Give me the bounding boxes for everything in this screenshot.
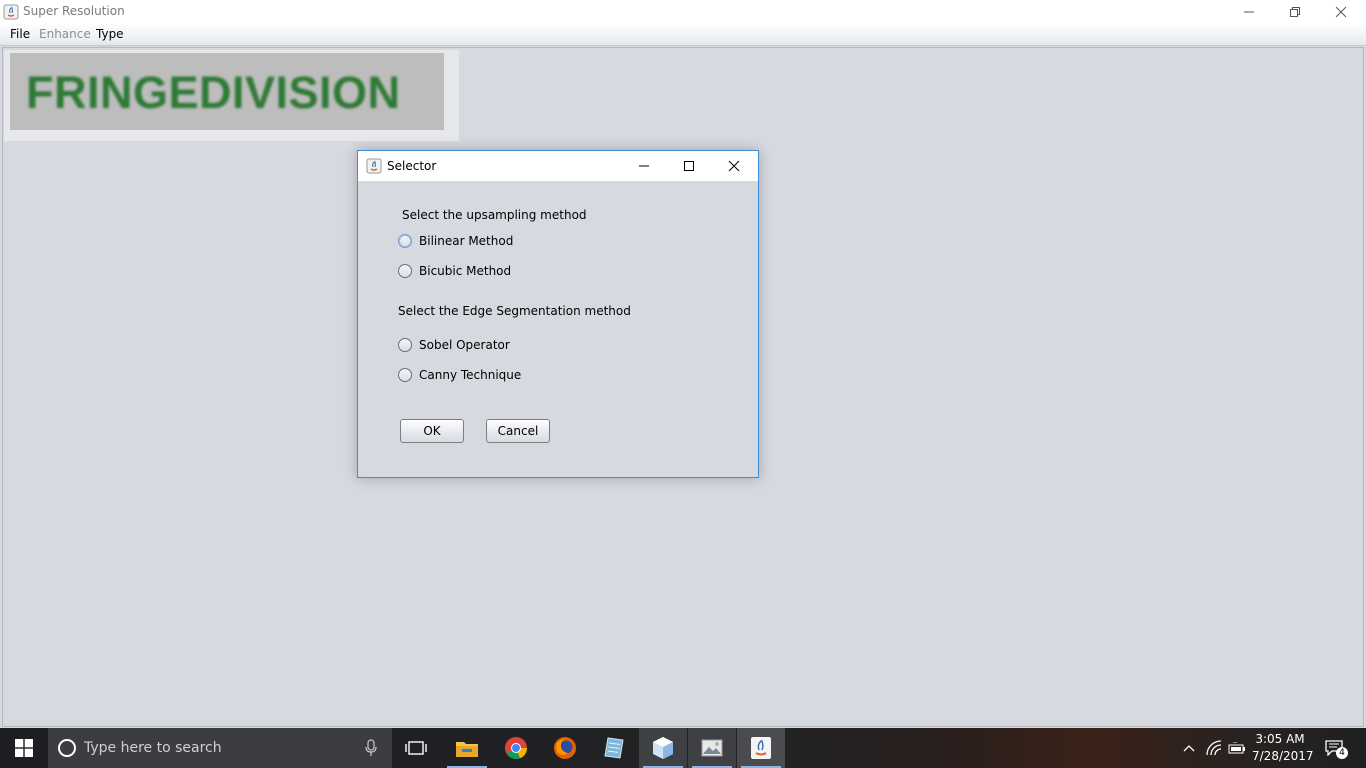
java-app-icon (3, 4, 19, 20)
battery-charging-icon (1228, 742, 1245, 754)
menu-enhance[interactable]: Enhance (39, 27, 91, 41)
chrome-icon (505, 737, 528, 760)
main-titlebar: Super Resolution (0, 0, 1366, 24)
clock-time: 3:05 AM (1255, 732, 1305, 746)
cortana-icon (58, 739, 76, 757)
clock-date: 7/28/2017 (1252, 749, 1314, 763)
windows-logo-icon (15, 739, 33, 757)
task-view-button[interactable] (392, 728, 440, 768)
task-view-icon (405, 741, 427, 755)
microphone-icon (365, 739, 377, 756)
ok-button[interactable]: OK (400, 419, 464, 443)
picture-icon (701, 739, 723, 757)
radio-label: Canny Technique (419, 368, 522, 382)
dialog-title: Selector (387, 159, 437, 173)
notification-count-badge: 4 (1336, 747, 1348, 759)
close-icon (728, 160, 740, 172)
java-app-icon (366, 158, 382, 174)
radio-label: Bicubic Method (419, 264, 512, 278)
search-box[interactable]: Type here to search (48, 728, 392, 768)
dialog-minimize-button[interactable] (622, 151, 666, 181)
show-hidden-icons-button[interactable] (1179, 738, 1199, 758)
close-button[interactable] (1318, 0, 1364, 24)
radio-button[interactable] (398, 338, 412, 352)
minimize-button[interactable] (1226, 0, 1272, 24)
radio-bicubic[interactable]: Bicubic Method (398, 261, 511, 281)
firefox-button[interactable] (541, 728, 589, 768)
notepad-icon (604, 737, 624, 759)
dialog-close-button[interactable] (712, 151, 756, 181)
radio-sobel[interactable]: Sobel Operator (398, 335, 510, 355)
window-title: Super Resolution (23, 4, 125, 18)
dialog-titlebar: Selector (358, 151, 758, 181)
battery-button[interactable] (1227, 738, 1247, 758)
radio-bilinear[interactable]: Bilinear Method (398, 231, 513, 251)
radio-button[interactable] (398, 264, 412, 278)
java-icon (751, 737, 771, 759)
cube-icon (653, 737, 673, 759)
radio-label: Bilinear Method (419, 234, 514, 248)
menu-bar: File Enhance Type (0, 24, 1366, 46)
search-placeholder: Type here to search (84, 740, 222, 756)
edge-segmentation-label: Select the Edge Segmentation method (398, 304, 631, 318)
wifi-icon (1206, 740, 1222, 756)
taskbar: Type here to search 3:05 AM 7/28/2017 4 (0, 728, 1366, 768)
radio-canny[interactable]: Canny Technique (398, 365, 521, 385)
clock[interactable]: 3:05 AM 7/28/2017 (1252, 731, 1314, 765)
close-icon (1335, 6, 1347, 18)
menu-type[interactable]: Type (96, 27, 124, 41)
radio-button[interactable] (398, 234, 412, 248)
folder-icon (456, 742, 478, 757)
loaded-image: FRINGEDIVISION (10, 53, 444, 130)
upsampling-label: Select the upsampling method (402, 208, 587, 222)
selector-dialog: Selector Select the upsampling method Bi… (357, 150, 759, 478)
cancel-button[interactable]: Cancel (486, 419, 550, 443)
radio-label: Sobel Operator (419, 338, 510, 352)
menu-file[interactable]: File (10, 27, 30, 41)
restore-button[interactable] (1272, 0, 1318, 24)
chevron-up-icon (1183, 745, 1195, 752)
image-text: FRINGEDIVISION (26, 67, 401, 118)
maximize-icon (684, 161, 694, 171)
radio-button[interactable] (398, 368, 412, 382)
box-app-button[interactable] (639, 728, 687, 768)
chrome-button[interactable] (492, 728, 540, 768)
restore-icon (1290, 7, 1300, 17)
file-explorer-button[interactable] (443, 728, 491, 768)
minimize-icon (639, 165, 649, 167)
dialog-maximize-button[interactable] (667, 151, 711, 181)
firefox-icon (554, 737, 576, 759)
java-app-button[interactable] (737, 728, 785, 768)
network-button[interactable] (1204, 738, 1224, 758)
notepad-app-button[interactable] (590, 728, 638, 768)
photos-app-button[interactable] (688, 728, 736, 768)
minimize-icon (1244, 11, 1254, 13)
start-button[interactable] (0, 728, 48, 768)
